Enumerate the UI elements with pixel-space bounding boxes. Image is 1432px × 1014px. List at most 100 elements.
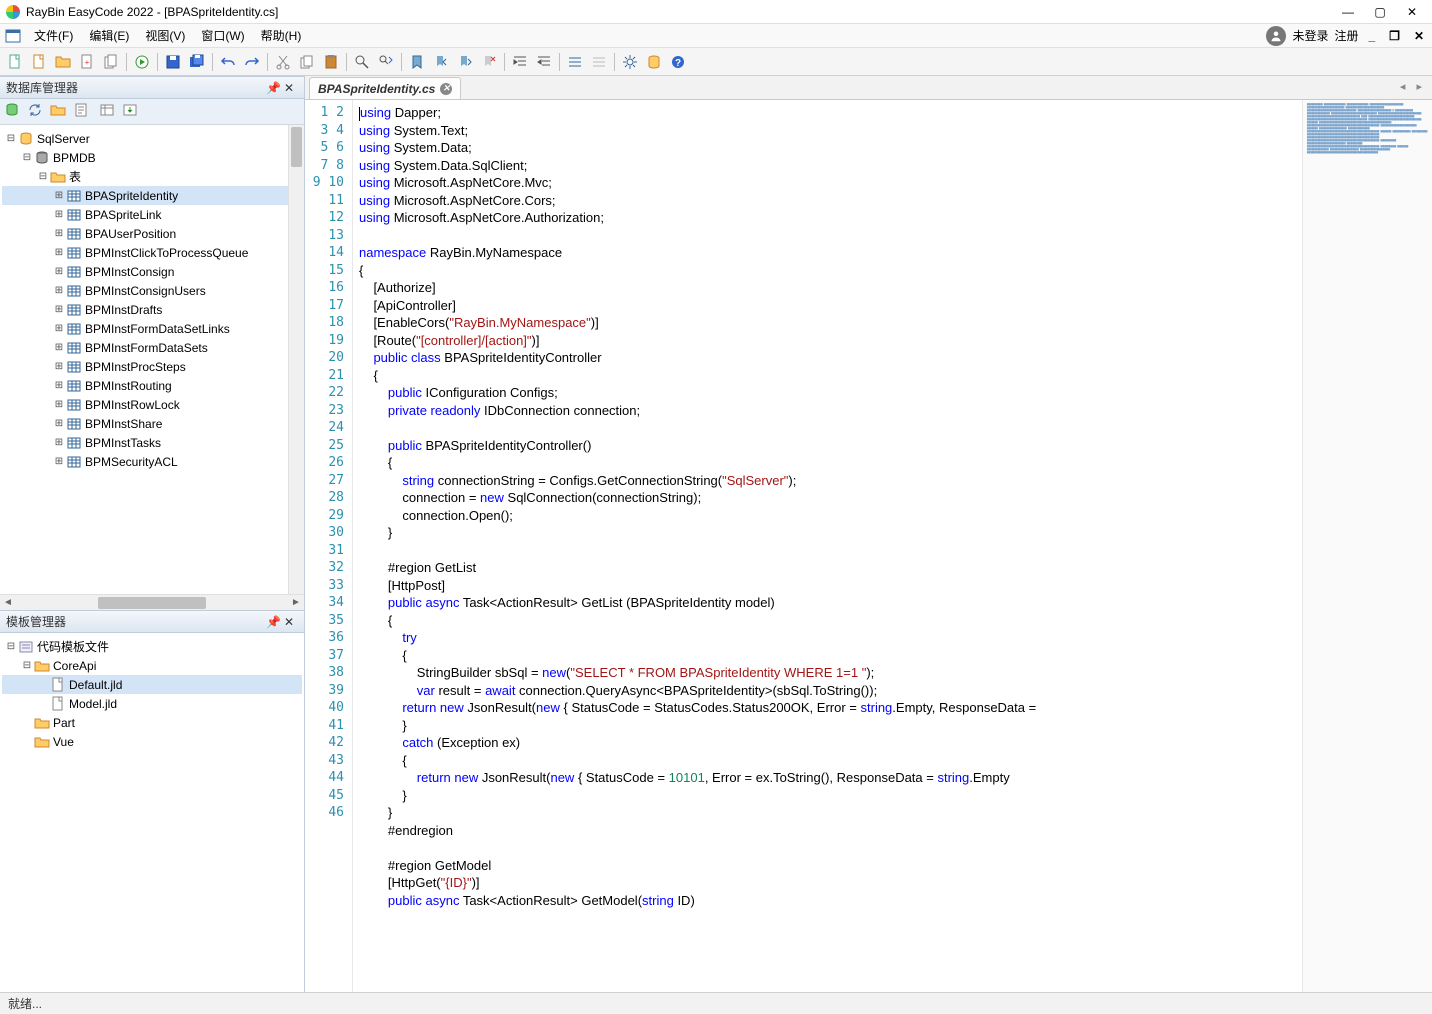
db-edit-button[interactable] [99, 102, 119, 122]
tab-nav-arrows[interactable]: ◂ ▸ [1400, 80, 1426, 93]
cut-button[interactable] [272, 51, 294, 73]
add-file-button[interactable]: + [76, 51, 98, 73]
status-text: 就绪... [8, 995, 42, 1012]
menu-window[interactable]: 窗口(W) [193, 25, 252, 46]
tree-item-label: BPMSecurityACL [85, 455, 178, 469]
app-menu-icon[interactable] [4, 27, 22, 45]
settings-button[interactable] [619, 51, 641, 73]
inner-restore-button[interactable]: ❐ [1385, 29, 1404, 43]
tree-item-label: BPAUserPosition [85, 227, 176, 241]
menu-view[interactable]: 视图(V) [137, 25, 193, 46]
panel-close-icon[interactable]: ✕ [284, 81, 298, 95]
svg-text:?: ? [675, 58, 681, 69]
menu-help[interactable]: 帮助(H) [253, 25, 310, 46]
db-table-BPAUserPosition[interactable]: ⊞BPAUserPosition [2, 224, 302, 243]
tab-close-icon[interactable]: ✕ [440, 83, 452, 95]
database-button[interactable] [643, 51, 665, 73]
db-table-BPMInstClickToProcessQueue[interactable]: ⊞BPMInstClickToProcessQueue [2, 243, 302, 262]
db-table-BPMInstTasks[interactable]: ⊞BPMInstTasks [2, 433, 302, 452]
bookmark-button[interactable] [406, 51, 428, 73]
db-table-BPMInstProcSteps[interactable]: ⊞BPMInstProcSteps [2, 357, 302, 376]
replace-button[interactable] [375, 51, 397, 73]
tree-item-label: Default.jld [69, 678, 122, 692]
redo-button[interactable] [241, 51, 263, 73]
window-close-button[interactable]: ✕ [1396, 0, 1428, 24]
panel-pin-icon[interactable]: 📌 [266, 615, 280, 629]
bookmark-prev-button[interactable] [430, 51, 452, 73]
new-file-button[interactable] [4, 51, 26, 73]
db-script-button[interactable] [73, 102, 93, 122]
db-table-BPMInstFormDataSets[interactable]: ⊞BPMInstFormDataSets [2, 338, 302, 357]
tpl-file-Default.jld[interactable]: Default.jld [2, 675, 302, 694]
db-table-BPASpriteIdentity[interactable]: ⊞BPASpriteIdentity [2, 186, 302, 205]
save-all-button[interactable] [186, 51, 208, 73]
db-refresh-button[interactable] [27, 102, 47, 122]
tree-item-label: BPMInstConsignUsers [85, 284, 206, 298]
bookmark-next-button[interactable] [454, 51, 476, 73]
db-table-BPMInstDrafts[interactable]: ⊞BPMInstDrafts [2, 300, 302, 319]
db-export-button[interactable] [122, 102, 142, 122]
register-link[interactable]: 注册 [1334, 27, 1358, 44]
template-manager-panel: 模板管理器 📌 ✕ ⊟代码模板文件⊟CoreApiDefault.jldMode… [0, 610, 304, 992]
comment-button[interactable] [564, 51, 586, 73]
db-tree-vscroll[interactable] [288, 125, 304, 594]
run-button[interactable] [131, 51, 153, 73]
editor-minimap[interactable]: █████████████ ██████████████████ ███████… [1302, 100, 1432, 992]
db-table-BPMInstConsign[interactable]: ⊞BPMInstConsign [2, 262, 302, 281]
tree-item-icon [34, 715, 50, 731]
tree-item-icon [50, 169, 66, 185]
open-folder-button[interactable] [52, 51, 74, 73]
db-node-sqlserver[interactable]: ⊟SqlServer [2, 129, 302, 148]
menu-file[interactable]: 文件(F) [26, 25, 81, 46]
outdent-button[interactable] [533, 51, 555, 73]
tpl-folder-vue[interactable]: Vue [2, 732, 302, 751]
menu-edit[interactable]: 编辑(E) [81, 25, 137, 46]
tree-item-icon [66, 321, 82, 337]
tpl-folder-coreapi[interactable]: ⊟CoreApi [2, 656, 302, 675]
db-table-BPMInstConsignUsers[interactable]: ⊞BPMInstConsignUsers [2, 281, 302, 300]
tree-item-label: BPASpriteIdentity [85, 189, 178, 203]
window-minimize-button[interactable]: — [1332, 0, 1364, 24]
paste-button[interactable] [320, 51, 342, 73]
window-maximize-button[interactable]: ▢ [1364, 0, 1396, 24]
save-button[interactable] [162, 51, 184, 73]
db-tree[interactable]: ⊟SqlServer⊟BPMDB⊟表⊞BPASpriteIdentity⊞BPA… [0, 125, 304, 594]
template-tree[interactable]: ⊟代码模板文件⊟CoreApi Default.jld Model.jld PartV… [0, 633, 304, 992]
tpl-root[interactable]: ⊟代码模板文件 [2, 637, 302, 656]
help-button[interactable]: ? [667, 51, 689, 73]
copy-button[interactable] [296, 51, 318, 73]
db-table-BPASpriteLink[interactable]: ⊞BPASpriteLink [2, 205, 302, 224]
db-folder-button[interactable] [50, 102, 70, 122]
db-table-BPMSecurityACL[interactable]: ⊞BPMSecurityACL [2, 452, 302, 471]
bookmark-clear-button[interactable] [478, 51, 500, 73]
tree-item-label: BPMInstFormDataSetLinks [85, 322, 230, 336]
tree-item-label: Model.jld [69, 697, 117, 711]
editor-code-area[interactable]: using Dapper;using System.Text;using Sys… [353, 100, 1302, 992]
undo-button[interactable] [217, 51, 239, 73]
db-table-BPMInstFormDataSetLinks[interactable]: ⊞BPMInstFormDataSetLinks [2, 319, 302, 338]
db-node-tables[interactable]: ⊟表 [2, 167, 302, 186]
tree-item-label: BPMInstTasks [85, 436, 161, 450]
uncomment-button[interactable] [588, 51, 610, 73]
db-node-database[interactable]: ⊟BPMDB [2, 148, 302, 167]
open-file-button[interactable] [28, 51, 50, 73]
tpl-folder-part[interactable]: Part [2, 713, 302, 732]
titlebar: RayBin EasyCode 2022 - [BPASpriteIdentit… [0, 0, 1432, 24]
find-button[interactable] [351, 51, 373, 73]
tree-item-icon [34, 734, 50, 750]
login-status[interactable]: 未登录 [1292, 27, 1328, 44]
db-connect-button[interactable] [4, 102, 24, 122]
db-table-BPMInstRowLock[interactable]: ⊞BPMInstRowLock [2, 395, 302, 414]
copy-file-button[interactable] [100, 51, 122, 73]
panel-pin-icon[interactable]: 📌 [266, 81, 280, 95]
db-table-BPMInstShare[interactable]: ⊞BPMInstShare [2, 414, 302, 433]
tpl-file-Model.jld[interactable]: Model.jld [2, 694, 302, 713]
panel-close-icon[interactable]: ✕ [284, 615, 298, 629]
inner-close-button[interactable]: ✕ [1410, 29, 1428, 43]
db-tree-hscroll[interactable]: ◄► [0, 594, 304, 610]
user-avatar-icon[interactable] [1266, 26, 1286, 46]
inner-minimize-button[interactable]: _ [1364, 29, 1379, 43]
indent-button[interactable] [509, 51, 531, 73]
db-table-BPMInstRouting[interactable]: ⊞BPMInstRouting [2, 376, 302, 395]
editor-tab[interactable]: BPASpriteIdentity.cs ✕ [309, 77, 461, 99]
